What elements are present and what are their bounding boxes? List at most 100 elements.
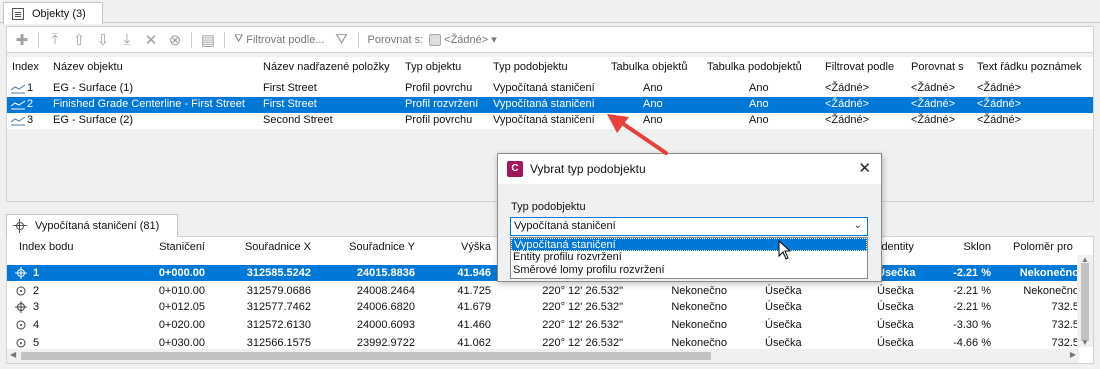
col-compare-with[interactable]: Porovnat s — [911, 61, 967, 73]
cell-identity: Úsečka — [877, 301, 914, 313]
cell-identity: Úsečka — [877, 319, 914, 331]
horizontal-scrollbar[interactable]: ◀ ▶ — [7, 349, 1079, 363]
cell-object-table[interactable]: Ano — [643, 113, 663, 128]
cell-slope: -3.30 % — [953, 319, 991, 331]
move-bottom-icon[interactable]: ⤓ — [116, 29, 138, 51]
col-identity[interactable]: identity — [879, 239, 914, 255]
cell-radius-in: Nekonečno — [671, 301, 727, 313]
document-list-icon — [12, 7, 24, 20]
cell-slope: -2.21 % — [953, 301, 991, 313]
cell-index: 3 — [27, 114, 34, 126]
cell-subobject-table[interactable]: Ano — [749, 97, 769, 112]
cell-subobject-type[interactable]: Vypočítaná staničení — [493, 81, 595, 96]
col-point-index[interactable]: Index bodu — [19, 239, 73, 255]
cell-elevation: 41.460 — [457, 319, 491, 331]
table-row[interactable]: 3 EG - Surface (2) Second Street Profil … — [7, 113, 1093, 129]
vertical-scroll-thumb[interactable] — [1081, 263, 1089, 341]
chevron-down-icon[interactable]: ⌄ — [854, 220, 862, 231]
table-row[interactable]: 2 0+010.00 312579.0686 24008.2464 41.725… — [7, 283, 1079, 299]
table-row-selected[interactable]: 2 Finished Grade Centerline - First Stre… — [7, 97, 1093, 113]
delete-icon[interactable]: ✕ — [140, 29, 162, 51]
add-icon[interactable]: ✚ — [11, 29, 33, 51]
table-row[interactable]: 4 0+020.00 312572.6130 24000.6093 41.460… — [7, 317, 1079, 333]
col-filter-by[interactable]: Filtrovat podle — [825, 61, 894, 73]
cell-object-table[interactable]: Ano — [643, 97, 663, 112]
cell-radius: 732.5 — [1051, 319, 1079, 331]
circle-point-icon — [16, 320, 26, 330]
dropdown-option-computed-stations[interactable]: Vypočítaná staničení — [511, 238, 867, 251]
cell-compare-with[interactable]: <Žádné> — [911, 97, 955, 112]
cell-subobject-type[interactable]: Vypočítaná staničení — [493, 97, 595, 112]
cell-compare-with[interactable]: <Žádné> — [911, 81, 955, 96]
scroll-right-icon[interactable]: ▶ — [1070, 350, 1076, 359]
col-station[interactable]: Staničení — [127, 239, 205, 255]
dropdown-option-layout-entities[interactable]: Entity profilu rozvržení — [511, 251, 867, 264]
cell-station: 0+020.00 — [158, 319, 205, 331]
col-object-type[interactable]: Typ objektu — [405, 61, 461, 73]
cell-elevation: 41.946 — [457, 267, 491, 279]
clear-filter-icon[interactable]: ⛛ — [331, 29, 353, 51]
cell-identity: Úsečka — [877, 285, 914, 297]
close-icon[interactable]: ✕ — [858, 159, 871, 177]
horizontal-scroll-thumb[interactable] — [21, 352, 711, 360]
col-x[interactable]: Souřadnice X — [227, 239, 311, 255]
cell-note-row-text[interactable]: <Žádné> — [977, 81, 1021, 96]
col-parent-name[interactable]: Název nadřazené položky — [263, 61, 390, 73]
crosshair-point-icon — [15, 301, 27, 313]
toolbar-separator — [224, 31, 225, 48]
col-elevation[interactable]: Výška — [427, 239, 491, 255]
scroll-left-icon[interactable]: ◀ — [10, 350, 16, 359]
col-radius[interactable]: Poloměr pro — [1013, 239, 1073, 255]
toolbar-separator — [38, 31, 39, 48]
cell-type: Úsečka — [765, 301, 802, 313]
move-top-icon[interactable]: ⤒ — [44, 29, 66, 51]
crosshair-point-icon — [15, 267, 27, 279]
cell-filter-by[interactable]: <Žádné> — [825, 113, 869, 128]
cell-object-type: Profil rozvržení — [405, 98, 479, 110]
cell-note-row-text[interactable]: <Žádné> — [977, 113, 1021, 128]
delete-all-icon[interactable]: ⊗ — [164, 29, 186, 51]
col-index[interactable]: Index — [12, 61, 39, 73]
col-object-table[interactable]: Tabulka objektů — [611, 61, 687, 73]
cell-subobject-table[interactable]: Ano — [749, 81, 769, 96]
top-tab-strip: Objekty (3) — [0, 0, 1100, 24]
col-note-row-text[interactable]: Text řádku poznámek — [977, 61, 1093, 73]
cell-object-name: EG - Surface (1) — [53, 82, 134, 94]
move-up-icon[interactable]: ⇧ — [68, 29, 90, 51]
vertical-scrollbar[interactable]: ▲ ▼ — [1077, 255, 1093, 347]
cell-object-table[interactable]: Ano — [643, 81, 663, 96]
cell-subobject-table[interactable]: Ano — [749, 113, 769, 128]
crosshair-icon — [13, 219, 27, 233]
cell-filter-by[interactable]: <Žádné> — [825, 97, 869, 112]
cell-x: 312585.5242 — [246, 267, 311, 279]
compare-select[interactable]: <Žádné> ▾ — [429, 33, 497, 46]
subobject-type-select[interactable]: Vypočítaná staničení ⌄ — [510, 217, 868, 236]
table-row[interactable]: 1 EG - Surface (1) First Street Profil p… — [7, 81, 1093, 97]
cell-subobject-type[interactable]: Vypočítaná staničení — [493, 113, 595, 128]
cell-x: 312579.0686 — [246, 285, 311, 297]
col-subobject-table[interactable]: Tabulka podobjektů — [707, 61, 802, 73]
col-subobject-type[interactable]: Typ podobjektu — [493, 61, 568, 73]
filter-button[interactable]: ⛛ Filtrovat podle... — [230, 29, 329, 51]
dropdown-option-layout-pvis[interactable]: Směrové lomy profilu rozvržení — [511, 264, 867, 277]
col-y[interactable]: Souřadnice Y — [329, 239, 415, 255]
table-row[interactable]: 3 0+012.05 312577.7462 24006.6820 41.679… — [7, 299, 1079, 315]
col-slope[interactable]: Sklon — [937, 239, 991, 255]
col-object-name[interactable]: Název objektu — [53, 61, 123, 73]
cell-slope: -2.21 % — [953, 285, 991, 297]
tab-objects[interactable]: Objekty (3) — [3, 2, 103, 24]
cell-filter-by[interactable]: <Žádné> — [825, 81, 869, 96]
cell-note-row-text[interactable]: <Žádné> — [977, 97, 1021, 112]
table-settings-icon[interactable]: ▤ — [197, 29, 219, 51]
filter-icon: ⛛ — [234, 33, 244, 45]
move-down-icon[interactable]: ⇩ — [92, 29, 114, 51]
tab-computed-stations[interactable]: Vypočítaná staničení (81) — [6, 214, 178, 237]
scroll-down-icon[interactable]: ▼ — [1081, 338, 1089, 347]
cell-radius-in: Nekonečno — [671, 319, 727, 331]
compare-value: <Žádné> — [444, 33, 489, 46]
cell-type: Úsečka — [765, 285, 802, 297]
cell-bearing: 220° 12' 26.532" — [542, 301, 623, 313]
cell-slope: -2.21 % — [953, 267, 991, 279]
cell-compare-with[interactable]: <Žádné> — [911, 113, 955, 128]
cell-index: 1 — [27, 82, 34, 94]
